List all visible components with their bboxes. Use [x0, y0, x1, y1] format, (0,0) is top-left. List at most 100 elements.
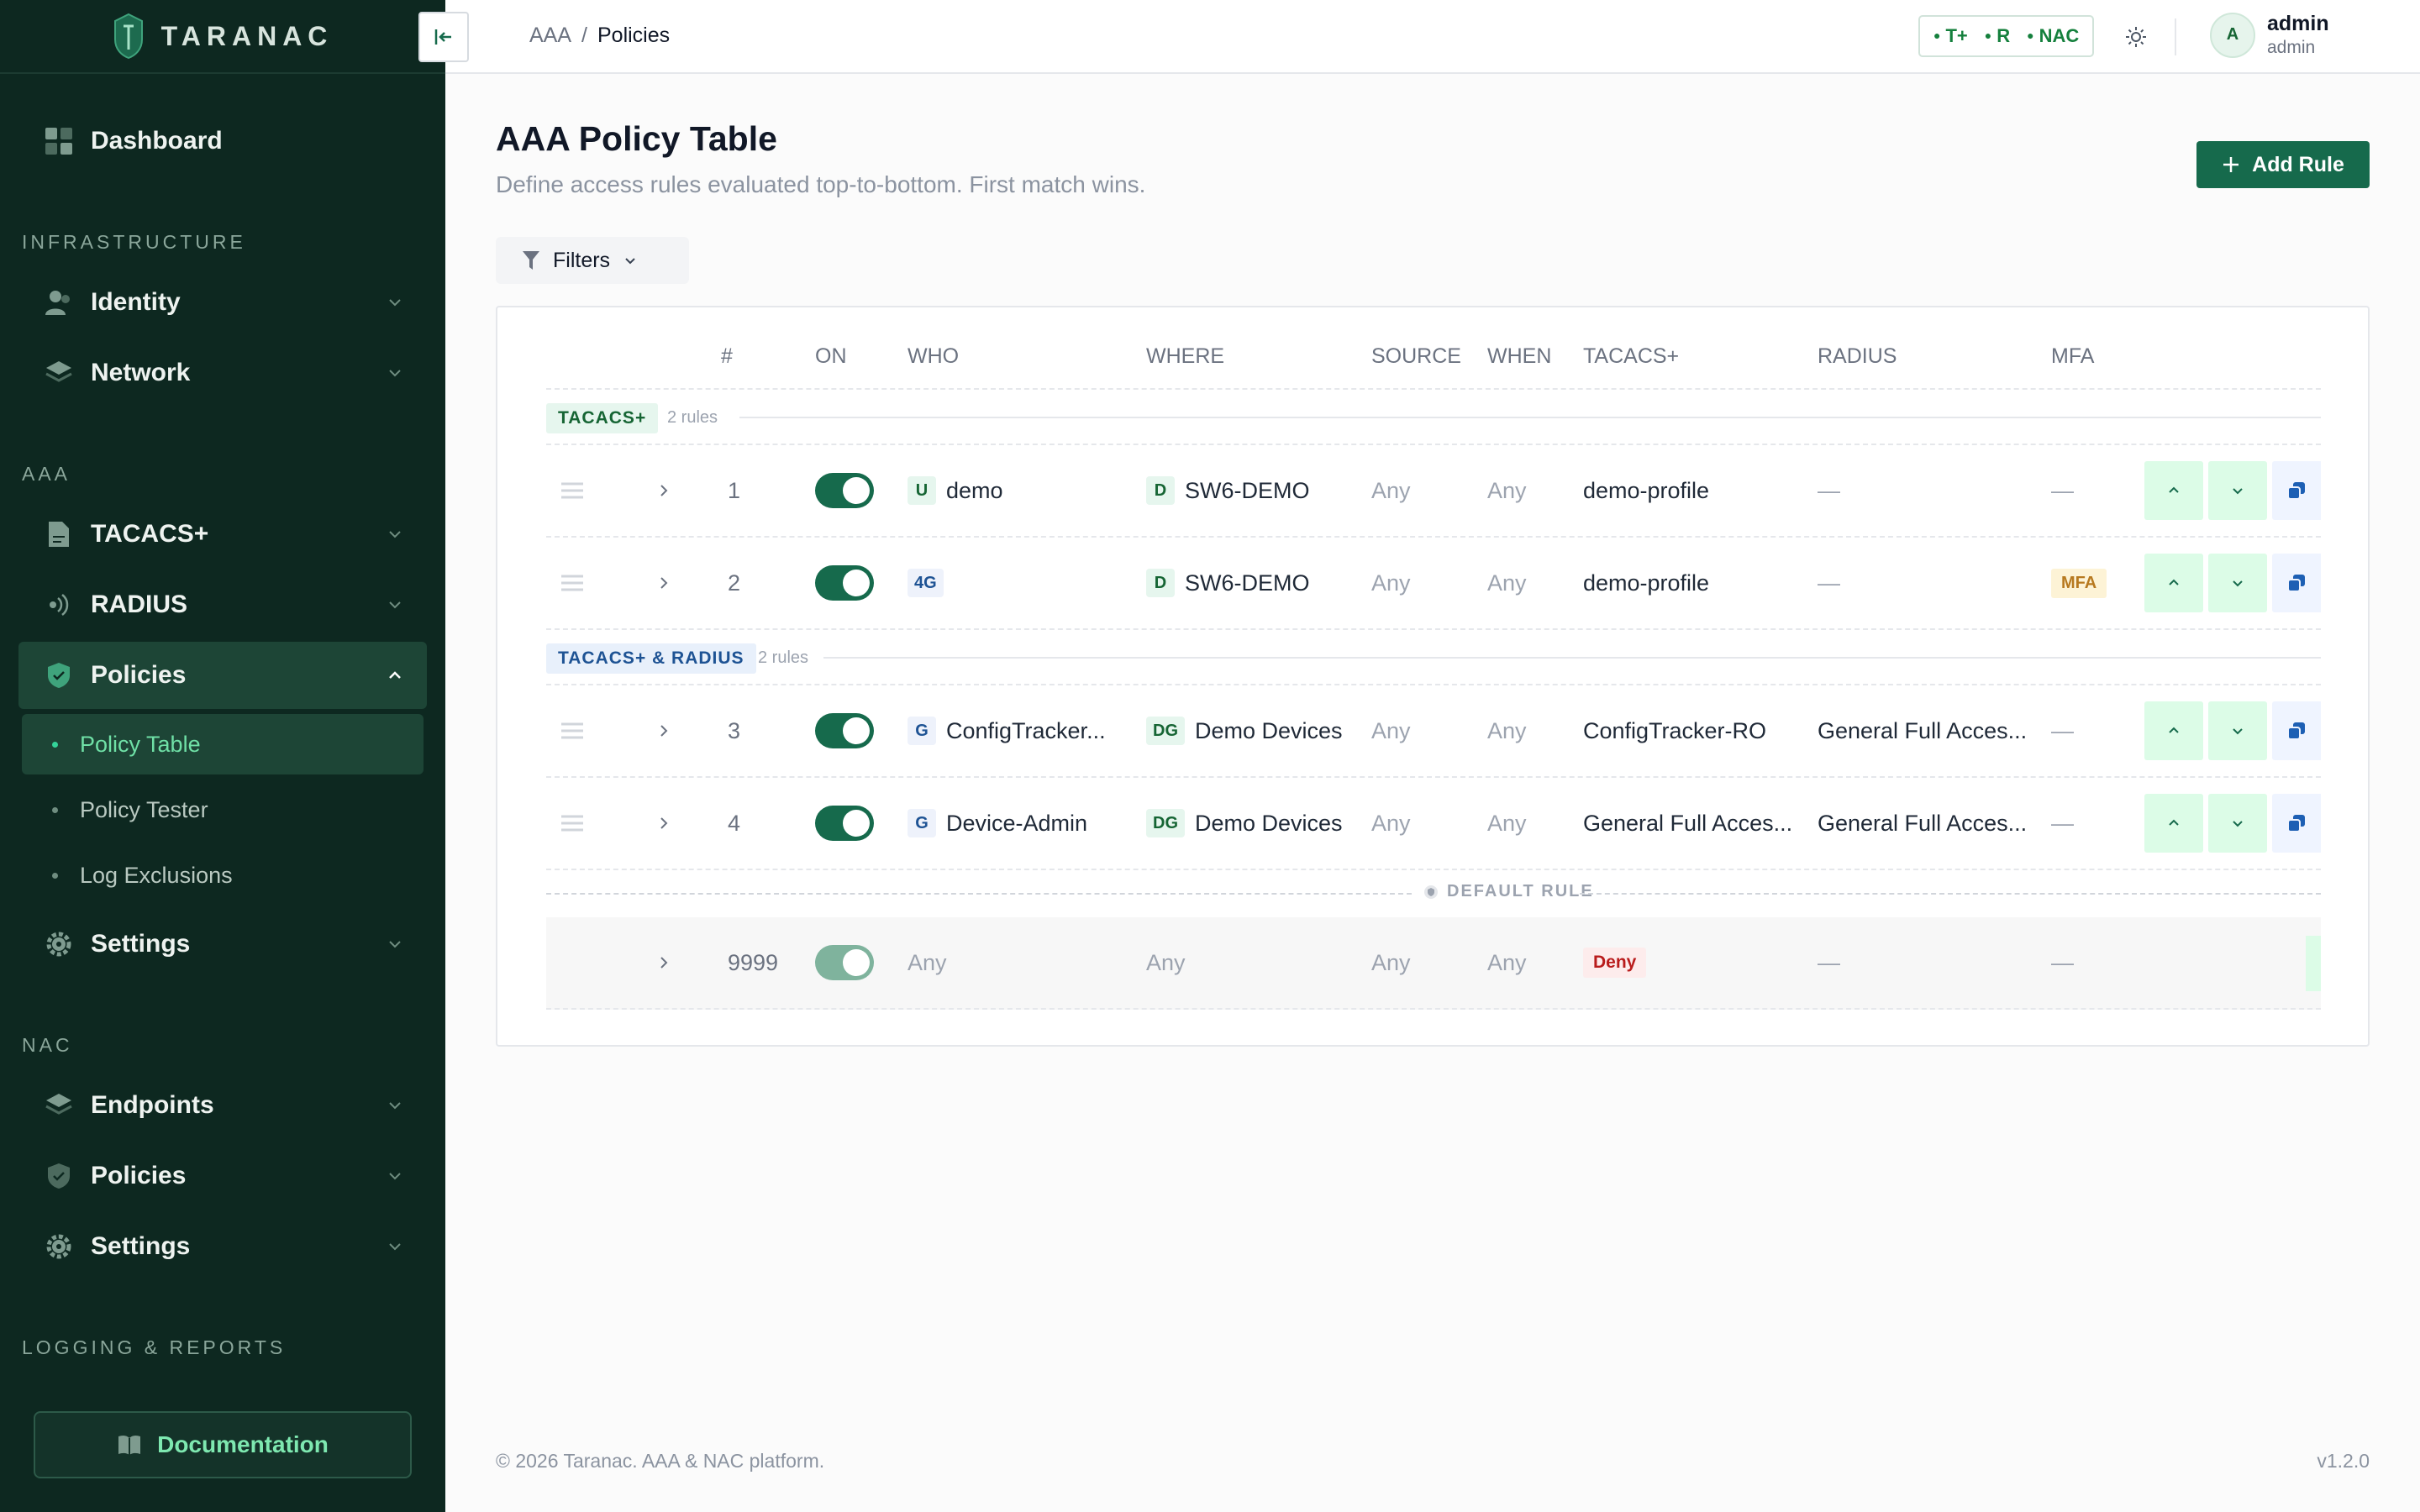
rule-enabled-toggle[interactable]: [815, 538, 874, 628]
where-value: SW6-DEMO: [1185, 570, 1310, 596]
nav-network[interactable]: Network: [18, 339, 427, 407]
move-down-button[interactable]: [2208, 701, 2267, 760]
policy-table-card: # ON WHO WHERE SOURCE WHEN TACACS+ RADIU…: [496, 306, 2370, 1047]
nav-identity[interactable]: Identity: [18, 269, 427, 336]
user-menu[interactable]: A admin admin: [2210, 12, 2329, 58]
rule-enabled-toggle: [815, 917, 874, 1008]
nav-tacacs[interactable]: TACACS+: [18, 501, 427, 568]
col-when: WHEN: [1487, 344, 1552, 368]
nav-nac-policies-label: Policies: [91, 1162, 187, 1189]
group-count: 2 rules: [667, 408, 718, 427]
move-up-button[interactable]: [2144, 461, 2203, 520]
add-rule-button[interactable]: Add Rule: [2196, 141, 2370, 188]
move-up-button[interactable]: [2144, 794, 2203, 853]
move-down-button[interactable]: [2208, 794, 2267, 853]
move-down-button[interactable]: [2208, 554, 2267, 612]
default-row-action-edge[interactable]: [2306, 936, 2321, 991]
rule-who: Any: [908, 949, 947, 975]
rule-enabled-toggle[interactable]: [815, 685, 874, 776]
duplicate-button[interactable]: [2272, 701, 2321, 760]
drag-handle-icon[interactable]: [561, 685, 583, 776]
chevron-down-icon: [389, 941, 401, 948]
duplicate-button[interactable]: [2272, 554, 2321, 612]
table-row[interactable]: 2 4G D SW6-DEMO Any Any demo-profile — MF…: [546, 538, 2321, 630]
toggle-switch[interactable]: [815, 473, 874, 508]
rule-where: DG Demo Devices: [1146, 778, 1343, 869]
chevron-down-icon: [389, 531, 401, 538]
duplicate-button[interactable]: [2272, 794, 2321, 853]
filters-dropdown[interactable]: Filters: [496, 237, 689, 284]
table-row[interactable]: 3 G ConfigTracker... DG Demo Devices Any A…: [546, 685, 2321, 778]
row-actions: [2144, 778, 2321, 869]
nav-policies-label: Policies: [91, 661, 187, 689]
toggle-switch[interactable]: [815, 565, 874, 601]
sub-item-policy-tester[interactable]: Policy Tester: [22, 780, 424, 840]
drag-handle-icon[interactable]: [561, 778, 583, 869]
shield-check-icon: [44, 1161, 74, 1191]
col-radius: RADIUS: [1818, 344, 1897, 368]
where-value: Demo Devices: [1195, 810, 1343, 836]
table-row[interactable]: 4 G Device-Admin DG Demo Devices Any Any G…: [546, 778, 2321, 870]
collapse-sidebar-button[interactable]: [418, 12, 469, 62]
bullet-icon: [52, 741, 58, 748]
sub-item-policy-table[interactable]: Policy Table: [22, 714, 424, 774]
sub-item-label: Policy Tester: [80, 796, 208, 822]
brand-name: TARANAC: [160, 20, 334, 51]
rule-who: 4G: [908, 538, 954, 628]
rule-source: Any: [1371, 810, 1411, 836]
documentation-button[interactable]: Documentation: [34, 1411, 412, 1478]
sub-item-log-exclusions[interactable]: Log Exclusions: [22, 845, 424, 906]
toggle-switch[interactable]: [815, 806, 874, 841]
toggle-switch[interactable]: [815, 713, 874, 748]
move-up-button[interactable]: [2144, 701, 2203, 760]
gear-icon: [44, 1231, 74, 1262]
nav-nac-policies[interactable]: Policies: [18, 1142, 427, 1210]
col-mfa: MFA: [2051, 344, 2095, 368]
rule-number: 3: [728, 717, 741, 743]
chevron-up-icon: [2169, 486, 2179, 493]
copy-icon: [2287, 722, 2305, 740]
protocol-radius-status: R: [1985, 25, 2010, 47]
theme-toggle-button[interactable]: [2118, 18, 2154, 55]
rule-radius-profile: —: [1818, 949, 1840, 975]
nav-endpoints[interactable]: Endpoints: [18, 1072, 427, 1139]
nav-policies[interactable]: Policies: [18, 642, 427, 709]
breadcrumb-current: Policies: [597, 24, 671, 47]
rule-mfa: —: [2051, 949, 2074, 975]
group-type-tag: G: [908, 717, 936, 745]
rule-enabled-toggle[interactable]: [815, 778, 874, 869]
expand-row-icon[interactable]: [655, 778, 676, 869]
drag-handle-icon[interactable]: [561, 445, 583, 536]
nav-nac-settings[interactable]: Settings: [18, 1213, 427, 1280]
expand-row-icon[interactable]: [655, 685, 676, 776]
mfa-badge: MFA: [2051, 568, 2107, 598]
footer-version: v1.2.0: [2317, 1450, 2370, 1472]
brand-logo[interactable]: TARANAC: [0, 0, 445, 74]
nav-radius[interactable]: RADIUS: [18, 571, 427, 638]
device-group-tag: DG: [1146, 809, 1185, 837]
users-icon: [44, 287, 74, 318]
user-type-tag: U: [908, 476, 936, 505]
duplicate-button[interactable]: [2272, 461, 2321, 520]
copy-icon: [2287, 575, 2305, 592]
move-up-button[interactable]: [2144, 554, 2203, 612]
table-row-default[interactable]: 9999 Any Any Any Any Deny — —: [546, 917, 2321, 1010]
move-down-button[interactable]: [2208, 461, 2267, 520]
expand-row-icon[interactable]: [655, 445, 676, 536]
who-value: demo: [946, 477, 1003, 503]
shield-logo-icon: [113, 13, 143, 60]
sub-item-label: Policy Table: [80, 731, 201, 757]
table-row[interactable]: 1 Udemo D SW6-DEMO Any Any demo-profile —…: [546, 445, 2321, 538]
rule-enabled-toggle[interactable]: [815, 445, 874, 536]
nav-endpoints-label: Endpoints: [91, 1091, 214, 1119]
expand-row-icon[interactable]: [655, 917, 676, 1008]
drag-handle-icon[interactable]: [561, 538, 583, 628]
rule-where: DG Demo Devices: [1146, 685, 1343, 776]
nav-radius-label: RADIUS: [91, 591, 188, 618]
rule-tacacs-profile: Deny: [1583, 917, 1647, 1008]
nav-dashboard[interactable]: Dashboard: [18, 108, 427, 175]
breadcrumb-aaa[interactable]: AAA: [529, 24, 571, 48]
copy-icon: [2287, 482, 2305, 500]
expand-row-icon[interactable]: [655, 538, 676, 628]
nav-settings[interactable]: Settings: [18, 911, 427, 978]
